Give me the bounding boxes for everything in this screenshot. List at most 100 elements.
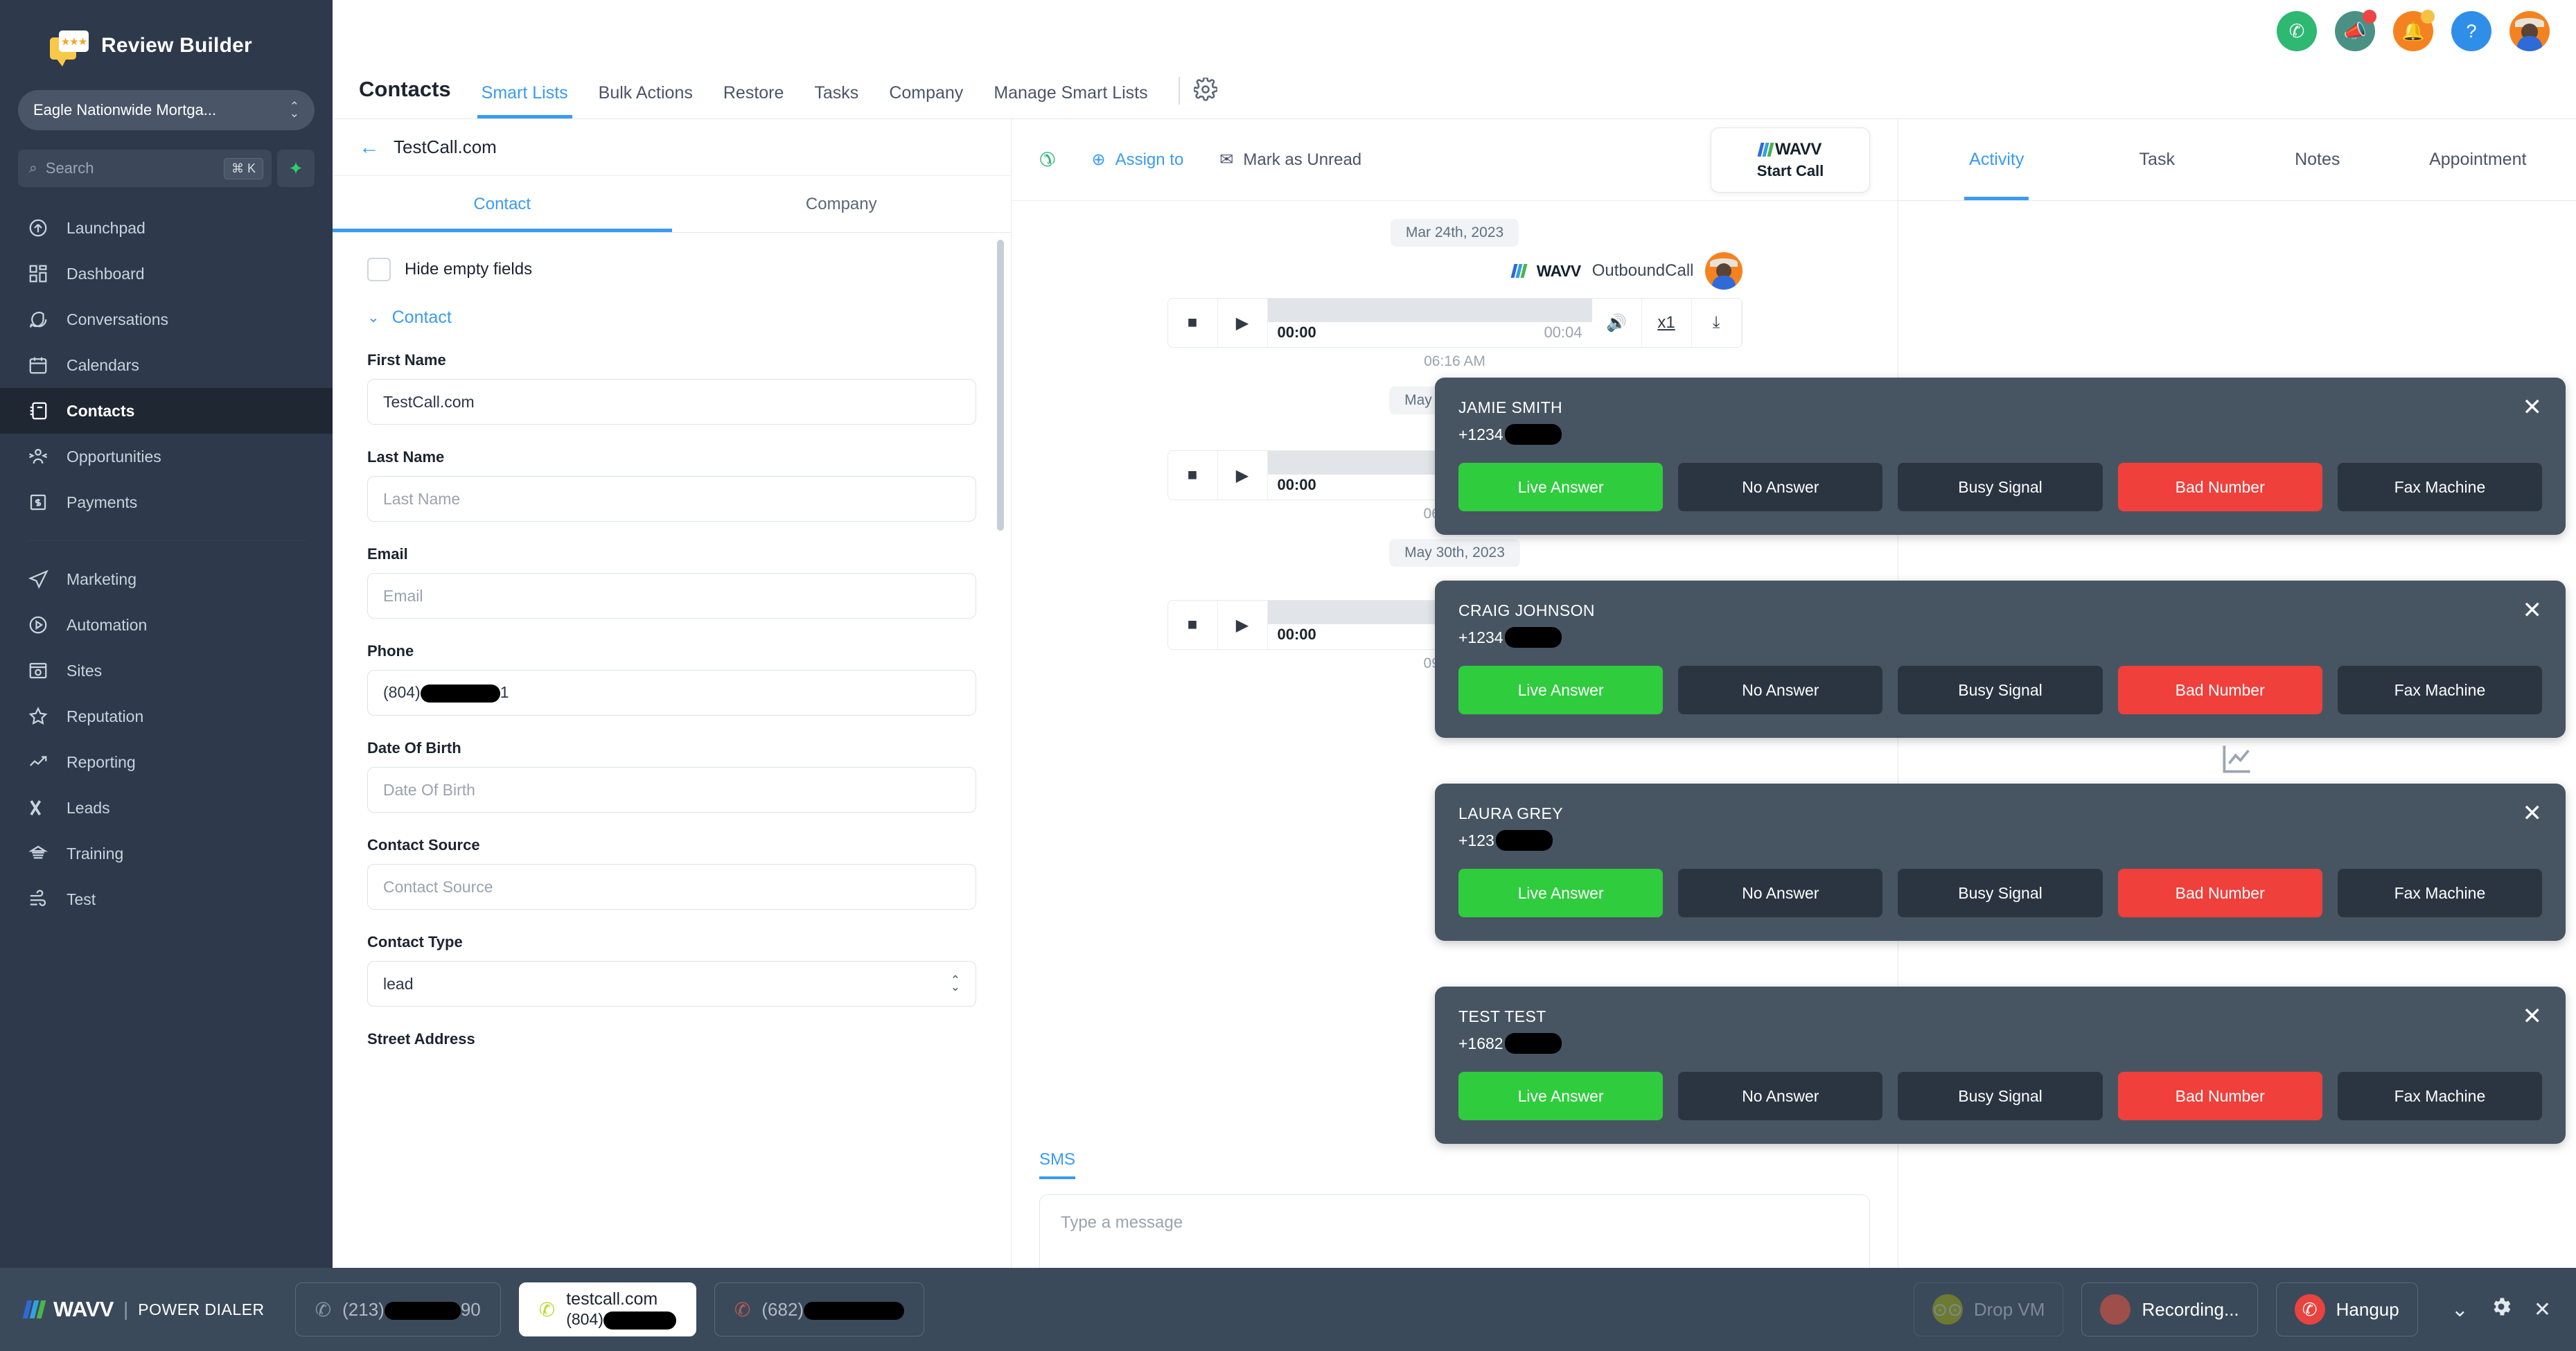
no-answer-button[interactable]: No Answer xyxy=(1678,1072,1882,1120)
stop-button[interactable]: ■ xyxy=(1168,601,1218,649)
fax-machine-button[interactable]: Fax Machine xyxy=(2338,869,2542,917)
tab-activity[interactable]: Activity xyxy=(1916,119,2077,200)
date-of-birth-input[interactable]: Date Of Birth xyxy=(367,767,976,813)
phone-input[interactable]: (804)1 xyxy=(367,670,976,716)
stop-button[interactable]: ■ xyxy=(1168,299,1218,347)
playback-speed-button[interactable]: x1 xyxy=(1642,299,1692,347)
dial-chip-previous[interactable]: ✆ (213)90 xyxy=(295,1282,501,1336)
mark-as-unread-button[interactable]: ✉ Mark as Unread xyxy=(1219,150,1361,170)
tab-tasks[interactable]: Tasks xyxy=(799,83,874,118)
subtab-company[interactable]: Company xyxy=(672,176,1012,232)
busy-signal-button[interactable]: Busy Signal xyxy=(1898,666,2102,714)
play-button[interactable]: ▶ xyxy=(1218,299,1268,347)
sidebar-item-leads[interactable]: Leads xyxy=(0,785,333,831)
sidebar-item-marketing[interactable]: Marketing xyxy=(0,556,333,602)
contact-section-header[interactable]: ⌄ Contact xyxy=(367,308,976,328)
sidebar-item-calendars[interactable]: Calendars xyxy=(0,342,333,388)
live-answer-button[interactable]: Live Answer xyxy=(1458,463,1663,511)
gear-icon[interactable] xyxy=(2489,1295,2513,1324)
busy-signal-button[interactable]: Busy Signal xyxy=(1898,463,2102,511)
audio-player[interactable]: ■ ▶ 00:00 00:04 🔊 x1 ⤓ xyxy=(1167,298,1743,348)
help-icon[interactable]: ? xyxy=(2451,11,2491,51)
tab-manage-smart-lists[interactable]: Manage Smart Lists xyxy=(978,83,1163,118)
live-answer-button[interactable]: Live Answer xyxy=(1458,869,1663,917)
email-field[interactable]: Email xyxy=(367,573,976,619)
hide-empty-fields-row[interactable]: Hide empty fields xyxy=(367,258,976,281)
tab-company[interactable]: Company xyxy=(874,83,978,118)
recording-button[interactable]: Recording... xyxy=(2081,1282,2257,1336)
sidebar-item-reputation[interactable]: Reputation xyxy=(0,694,333,739)
notification-bell-icon[interactable]: 🔔 xyxy=(2393,11,2433,51)
bad-number-button[interactable]: Bad Number xyxy=(2118,666,2322,714)
search-input[interactable]: ⌕ Search ⌘ K xyxy=(18,150,272,187)
close-icon[interactable]: ✕ xyxy=(2523,599,2543,622)
form-scrollbar-thumb[interactable] xyxy=(997,240,1004,531)
sidebar-item-sites[interactable]: Sites xyxy=(0,648,333,694)
tab-task[interactable]: Task xyxy=(2077,119,2238,200)
close-icon[interactable]: ✕ xyxy=(2534,1298,2551,1322)
tab-sms[interactable]: SMS xyxy=(1039,1150,1075,1179)
dial-chip-active[interactable]: ✆ testcall.com (804) xyxy=(519,1282,696,1336)
tab-notes[interactable]: Notes xyxy=(2237,119,2398,200)
close-icon[interactable]: ✕ xyxy=(2523,1005,2543,1028)
busy-signal-button[interactable]: Busy Signal xyxy=(1898,1072,2102,1120)
location-selector[interactable]: Eagle Nationwide Mortga... ⌃⌄ xyxy=(18,90,315,130)
drop-vm-button[interactable]: ⊙⊙ Drop VM xyxy=(1914,1282,2064,1336)
hangup-button[interactable]: ✆ Hangup xyxy=(2276,1282,2418,1336)
close-icon[interactable]: ✕ xyxy=(2523,802,2543,825)
first-name-input[interactable]: TestCall.com xyxy=(367,379,976,425)
sidebar-item-reporting[interactable]: Reporting xyxy=(0,739,333,785)
sidebar-item-dashboard[interactable]: Dashboard xyxy=(0,251,333,297)
download-button[interactable]: ⤓ xyxy=(1692,299,1742,347)
sidebar-item-payments[interactable]: Payments xyxy=(0,479,333,525)
no-answer-button[interactable]: No Answer xyxy=(1678,666,1882,714)
disposition-buttons: Live Answer No Answer Busy Signal Bad Nu… xyxy=(1458,666,2542,714)
gear-icon[interactable] xyxy=(1194,78,1217,118)
megaphone-icon[interactable]: 📣 xyxy=(2335,11,2375,51)
sidebar-item-test[interactable]: Test xyxy=(0,876,333,922)
sidebar-item-contacts[interactable]: Contacts xyxy=(0,388,333,434)
form-scrollbar[interactable] xyxy=(997,233,1004,1351)
seek-bar[interactable]: 00:00 00:04 xyxy=(1268,299,1592,347)
sidebar-item-automation[interactable]: Automation xyxy=(0,602,333,648)
live-answer-button[interactable]: Live Answer xyxy=(1458,666,1663,714)
play-button[interactable]: ▶ xyxy=(1218,601,1268,649)
tab-smart-lists[interactable]: Smart Lists xyxy=(466,83,583,118)
call-icon[interactable]: ✆ xyxy=(2277,11,2317,51)
contact-type-select[interactable]: lead ⌃⌄ xyxy=(367,961,976,1007)
stop-button[interactable]: ■ xyxy=(1168,451,1218,500)
sidebar-item-training[interactable]: Training xyxy=(0,831,333,876)
volume-button[interactable]: 🔊 xyxy=(1592,299,1642,347)
no-answer-button[interactable]: No Answer xyxy=(1678,869,1882,917)
fax-machine-button[interactable]: Fax Machine xyxy=(2338,1072,2542,1120)
tab-appointment[interactable]: Appointment xyxy=(2398,119,2559,200)
dial-chip-next[interactable]: ✆ (682) xyxy=(714,1282,924,1336)
bad-number-button[interactable]: Bad Number xyxy=(2118,463,2322,511)
busy-signal-button[interactable]: Busy Signal xyxy=(1898,869,2102,917)
arrow-left-icon[interactable]: ← xyxy=(359,137,380,158)
avatar[interactable] xyxy=(2509,11,2550,51)
sidebar-item-opportunities[interactable]: Opportunities xyxy=(0,434,333,479)
bad-number-button[interactable]: Bad Number xyxy=(2118,1072,2322,1120)
last-name-input[interactable]: Last Name xyxy=(367,476,976,522)
contact-source-input[interactable]: Contact Source xyxy=(367,864,976,910)
call-icon[interactable]: ✆ xyxy=(1039,148,1055,171)
fax-machine-button[interactable]: Fax Machine xyxy=(2338,666,2542,714)
ai-assistant-button[interactable]: ✦ xyxy=(277,150,315,187)
subtab-contact[interactable]: Contact xyxy=(333,176,672,232)
no-answer-button[interactable]: No Answer xyxy=(1678,463,1882,511)
wavv-brand-label: WAVV xyxy=(53,1297,114,1322)
assign-to-button[interactable]: ⊕ Assign to xyxy=(1091,150,1183,170)
chevron-down-icon[interactable]: ⌄ xyxy=(2451,1298,2469,1322)
play-button[interactable]: ▶ xyxy=(1218,451,1268,500)
close-icon[interactable]: ✕ xyxy=(2523,396,2543,419)
start-call-button[interactable]: WAVV Start Call xyxy=(1711,127,1870,193)
tab-bulk-actions[interactable]: Bulk Actions xyxy=(583,83,708,118)
sidebar-item-conversations[interactable]: Conversations xyxy=(0,297,333,342)
bad-number-button[interactable]: Bad Number xyxy=(2118,869,2322,917)
tab-restore[interactable]: Restore xyxy=(708,83,800,118)
live-answer-button[interactable]: Live Answer xyxy=(1458,1072,1663,1120)
fax-machine-button[interactable]: Fax Machine xyxy=(2338,463,2542,511)
sidebar-item-launchpad[interactable]: Launchpad xyxy=(0,205,333,251)
hide-empty-fields-checkbox[interactable] xyxy=(367,258,391,281)
